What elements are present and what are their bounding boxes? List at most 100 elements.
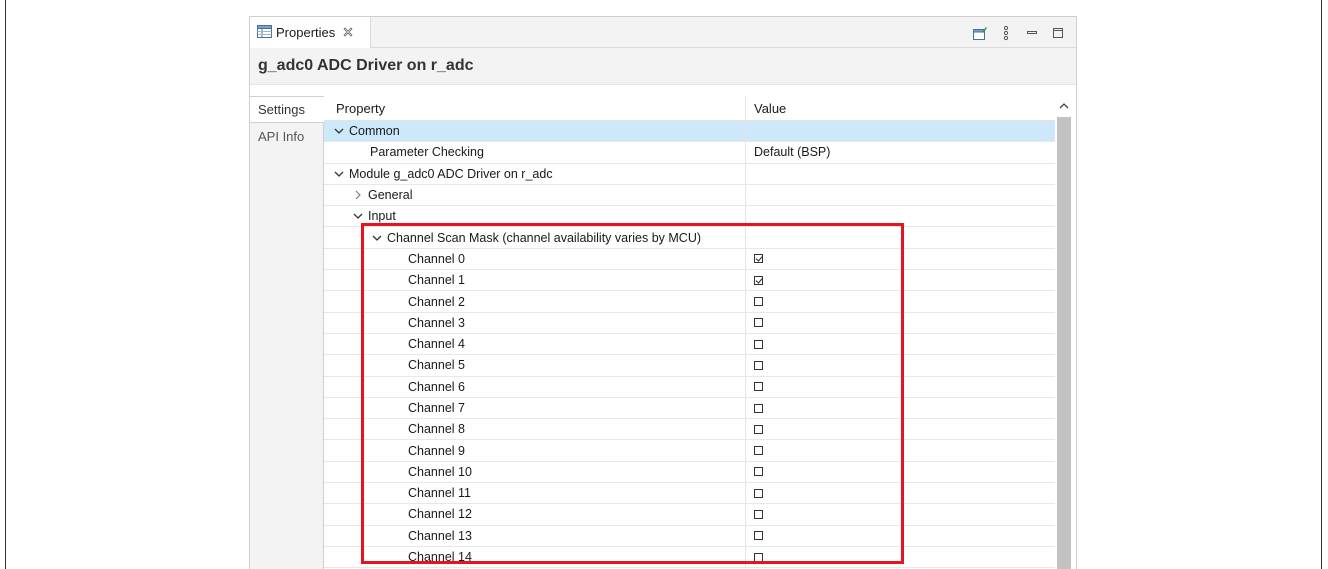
property-label: Input bbox=[368, 209, 396, 224]
value-cell bbox=[746, 483, 1057, 503]
table-row[interactable]: Channel 7 bbox=[324, 397, 1057, 420]
property-cell: Channel 11 bbox=[324, 483, 746, 504]
property-cell: Channel 3 bbox=[324, 312, 746, 333]
table-row[interactable]: Channel 8 bbox=[324, 419, 1057, 441]
property-cell: Common bbox=[324, 121, 746, 142]
chevron-down-icon[interactable] bbox=[332, 167, 346, 181]
value-cell[interactable] bbox=[746, 121, 1057, 141]
chevron-down-icon[interactable] bbox=[351, 209, 365, 223]
table-row[interactable]: Channel 5 bbox=[324, 355, 1057, 377]
table-row[interactable]: Input bbox=[324, 206, 1057, 228]
table-row[interactable]: General bbox=[324, 184, 1057, 207]
property-cell: Channel 14 bbox=[324, 546, 746, 568]
property-label: Channel 6 bbox=[408, 379, 465, 394]
property-label: General bbox=[368, 188, 413, 203]
checkbox-unchecked[interactable] bbox=[754, 488, 763, 498]
table-row[interactable]: Channel 12 bbox=[324, 504, 1057, 526]
chevron-right-icon[interactable] bbox=[351, 188, 365, 202]
property-cell: Channel 13 bbox=[324, 525, 746, 546]
table-row[interactable]: Common bbox=[324, 121, 1057, 143]
value-cell bbox=[746, 270, 1057, 290]
table-row[interactable]: Channel 2 bbox=[324, 291, 1057, 313]
value-cell bbox=[746, 398, 1057, 418]
vertical-scrollbar[interactable] bbox=[1055, 96, 1073, 569]
property-label: Common bbox=[349, 124, 400, 139]
property-label: Channel 11 bbox=[408, 486, 472, 501]
value-cell[interactable] bbox=[746, 227, 1057, 247]
value-cell[interactable] bbox=[746, 206, 1057, 226]
value-cell bbox=[746, 313, 1057, 333]
value-cell bbox=[746, 291, 1057, 311]
checkbox-unchecked[interactable] bbox=[754, 509, 763, 519]
value-cell bbox=[746, 355, 1057, 375]
checkbox-unchecked[interactable] bbox=[754, 552, 763, 562]
checkbox-checked[interactable] bbox=[754, 254, 763, 264]
checkbox-unchecked[interactable] bbox=[754, 467, 763, 477]
property-label: Channel 13 bbox=[408, 528, 472, 543]
scroll-thumb[interactable] bbox=[1057, 117, 1071, 569]
value-cell bbox=[746, 526, 1057, 546]
checkbox-unchecked[interactable] bbox=[754, 318, 763, 328]
checkbox-unchecked[interactable] bbox=[754, 360, 763, 370]
property-cell: Channel 1 bbox=[324, 270, 746, 291]
column-header-property[interactable]: Property bbox=[324, 96, 746, 120]
property-label: Channel 3 bbox=[408, 315, 465, 330]
table-row[interactable]: Module g_adc0 ADC Driver on r_adc bbox=[324, 163, 1057, 185]
column-header-value[interactable]: Value bbox=[746, 96, 1057, 120]
value-cell[interactable] bbox=[746, 185, 1057, 205]
scroll-up-icon[interactable] bbox=[1055, 96, 1073, 116]
table-row[interactable]: Channel 9 bbox=[324, 440, 1057, 462]
property-label: Channel 8 bbox=[408, 422, 465, 437]
checkbox-unchecked[interactable] bbox=[754, 297, 763, 307]
checkbox-unchecked[interactable] bbox=[754, 403, 763, 413]
tab-properties-label: Properties bbox=[276, 25, 336, 40]
side-tabs: Settings API Info bbox=[250, 96, 324, 569]
chevron-down-icon[interactable] bbox=[332, 124, 346, 138]
table-row[interactable]: Channel 11 bbox=[324, 483, 1057, 505]
checkbox-unchecked[interactable] bbox=[754, 382, 763, 392]
property-label: Channel 0 bbox=[408, 251, 465, 266]
table-row[interactable]: Channel 1 bbox=[324, 270, 1057, 292]
view-toolbar bbox=[972, 17, 1066, 48]
property-cell: Channel 10 bbox=[324, 461, 746, 483]
property-label: Channel 4 bbox=[408, 337, 465, 352]
property-cell: Channel 12 bbox=[324, 504, 746, 525]
checkbox-unchecked[interactable] bbox=[754, 424, 763, 434]
property-label: Channel Scan Mask (channel availability … bbox=[387, 230, 702, 245]
property-cell: Channel 8 bbox=[324, 419, 746, 440]
table-row[interactable]: Channel Scan Mask (channel availability … bbox=[324, 227, 1057, 249]
checkbox-unchecked[interactable] bbox=[754, 446, 763, 456]
side-tab-settings[interactable]: Settings bbox=[250, 96, 324, 123]
chevron-down-icon[interactable] bbox=[370, 231, 384, 245]
table-row[interactable]: Channel 4 bbox=[324, 333, 1057, 356]
property-cell: Channel 9 bbox=[324, 440, 746, 461]
maximize-icon[interactable] bbox=[1050, 25, 1066, 41]
property-cell: Channel 5 bbox=[324, 355, 746, 376]
pin-editor-icon[interactable] bbox=[972, 25, 988, 41]
table-body: Common Parameter Checking Default (BSP) Mod… bbox=[324, 121, 1057, 569]
view-tabbar: Properties bbox=[250, 17, 1076, 48]
table-row[interactable]: Channel 10 bbox=[324, 461, 1057, 484]
value-cell[interactable]: Default (BSP) bbox=[746, 142, 1057, 162]
checkbox-unchecked[interactable] bbox=[754, 339, 763, 349]
property-label: Channel 2 bbox=[408, 294, 465, 309]
checkbox-unchecked[interactable] bbox=[754, 531, 763, 541]
value-cell[interactable] bbox=[746, 164, 1057, 184]
property-label: Channel 9 bbox=[408, 443, 465, 458]
property-label: Parameter Checking bbox=[370, 145, 484, 160]
table-row[interactable]: Channel 0 bbox=[324, 248, 1057, 271]
checkbox-checked[interactable] bbox=[754, 275, 763, 285]
table-row[interactable]: Channel 13 bbox=[324, 525, 1057, 547]
property-cell: Channel Scan Mask (channel availability … bbox=[324, 227, 746, 248]
tab-properties[interactable]: Properties bbox=[250, 17, 371, 48]
value-cell bbox=[746, 440, 1057, 460]
minimize-icon[interactable] bbox=[1024, 25, 1040, 41]
table-row[interactable]: Channel 3 bbox=[324, 312, 1057, 334]
table-row[interactable]: Channel 14 bbox=[324, 546, 1057, 569]
table-row[interactable]: Parameter Checking Default (BSP) bbox=[324, 142, 1057, 164]
properties-icon bbox=[257, 24, 272, 41]
side-tab-api-info[interactable]: API Info bbox=[250, 123, 323, 150]
view-menu-icon[interactable] bbox=[998, 25, 1014, 41]
table-row[interactable]: Channel 6 bbox=[324, 376, 1057, 398]
close-icon[interactable] bbox=[343, 26, 353, 40]
